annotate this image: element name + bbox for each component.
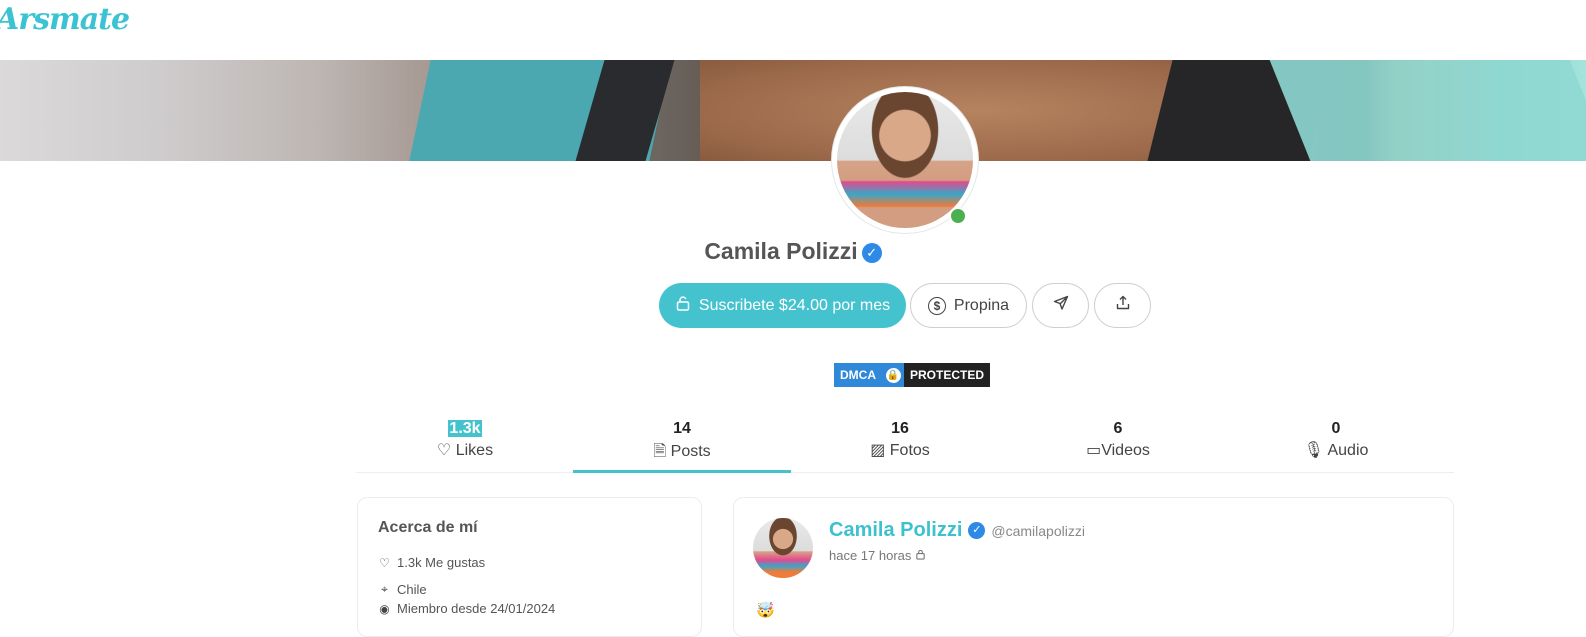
message-button[interactable] <box>1032 283 1089 328</box>
dmca-lock-icon: 🔒 <box>882 363 904 387</box>
online-status-dot <box>949 207 967 225</box>
unlock-icon <box>675 295 691 316</box>
about-member-row: ◉ Miembro desde 24/01/2024 <box>378 601 555 616</box>
tab-likes-label: Likes <box>455 442 494 459</box>
about-location: Chile <box>397 582 427 597</box>
image-icon: ▨ <box>870 442 886 459</box>
top-bar: Arsmate <box>0 0 1586 60</box>
tab-fotos-label: Fotos <box>889 442 930 459</box>
posts-count: 14 <box>673 420 691 437</box>
audio-count: 0 <box>1331 420 1341 437</box>
document-icon: 🗎 <box>653 443 667 460</box>
verified-badge-icon: ✓ <box>968 522 986 539</box>
likes-count: 1.3k <box>448 420 482 437</box>
lock-icon <box>915 548 926 563</box>
share-button[interactable] <box>1094 283 1151 328</box>
post-author-handle[interactable]: @camilapolizzi <box>991 523 1085 539</box>
profile-name: Camila Polizzi <box>704 238 858 264</box>
video-icon: ▭ <box>1086 442 1102 459</box>
post-card: Camila Polizzi ✓ @camilapolizzi hace 17 … <box>733 497 1454 637</box>
arsmate-logo[interactable]: Arsmate <box>0 2 130 37</box>
dmca-label: DMCA <box>834 363 882 387</box>
cover-image <box>0 60 1586 161</box>
tab-posts-label: Posts <box>670 443 711 460</box>
about-likes: 1.3k Me gustas <box>397 555 486 570</box>
tab-posts[interactable]: 14 🗎 Posts <box>573 412 791 473</box>
post-author-name[interactable]: Camila Polizzi <box>829 519 962 542</box>
tab-audio[interactable]: 0 🎙 Audio <box>1227 412 1445 470</box>
microphone-icon: 🎙 <box>1303 442 1324 459</box>
send-icon <box>1053 295 1069 316</box>
about-member-since: Miembro desde 24/01/2024 <box>397 601 556 616</box>
about-location-row: ⌖ Chile <box>378 582 427 597</box>
dmca-protected-badge[interactable]: DMCA 🔒 PROTECTED <box>834 363 991 387</box>
tab-audio-label: Audio <box>1327 442 1369 459</box>
post-author-avatar[interactable] <box>753 518 813 578</box>
videos-count: 6 <box>1113 420 1123 437</box>
post-time-row: hace 17 horas <box>829 548 926 563</box>
about-likes-row: ♡ 1.3k Me gustas <box>378 555 485 570</box>
subscribe-button[interactable]: Suscribete $24.00 por mes <box>659 283 906 328</box>
heart-icon: ♡ <box>436 442 452 459</box>
tip-label: Propina <box>953 296 1010 314</box>
post-emoji: 🤯 <box>756 602 775 619</box>
coin-icon: $ <box>927 296 946 315</box>
fotos-count: 16 <box>891 420 909 437</box>
profile-tabs: 1.3k ♡ Likes 14 🗎 Posts 16 ▨ Fotos 6 ▭Vi… <box>356 412 1454 473</box>
share-icon <box>1115 295 1131 316</box>
tab-likes[interactable]: 1.3k ♡ Likes <box>356 412 574 470</box>
tab-fotos[interactable]: 16 ▨ Fotos <box>791 412 1009 470</box>
post-time: hace 17 horas <box>829 548 912 563</box>
protected-label: PROTECTED <box>904 363 991 387</box>
post-author-row: Camila Polizzi ✓ @camilapolizzi <box>829 519 1085 542</box>
tab-videos[interactable]: 6 ▭Videos <box>1009 412 1227 470</box>
subscribe-label: Suscribete $24.00 por mes <box>698 296 891 314</box>
about-card: Acerca de mí ♡ 1.3k Me gustas ⌖ Chile ◉ … <box>357 497 702 637</box>
heart-icon: ♡ <box>379 555 390 570</box>
tip-button[interactable]: $ Propina <box>910 283 1027 328</box>
user-circle-icon: ◉ <box>379 601 390 616</box>
profile-name-row: Camila Polizzi ✓ <box>0 238 1586 265</box>
verified-badge-icon: ✓ <box>861 243 882 263</box>
tab-videos-label: Videos <box>1101 442 1150 459</box>
about-title: Acerca de mí <box>378 519 478 536</box>
location-pin-icon: ⌖ <box>381 582 388 596</box>
